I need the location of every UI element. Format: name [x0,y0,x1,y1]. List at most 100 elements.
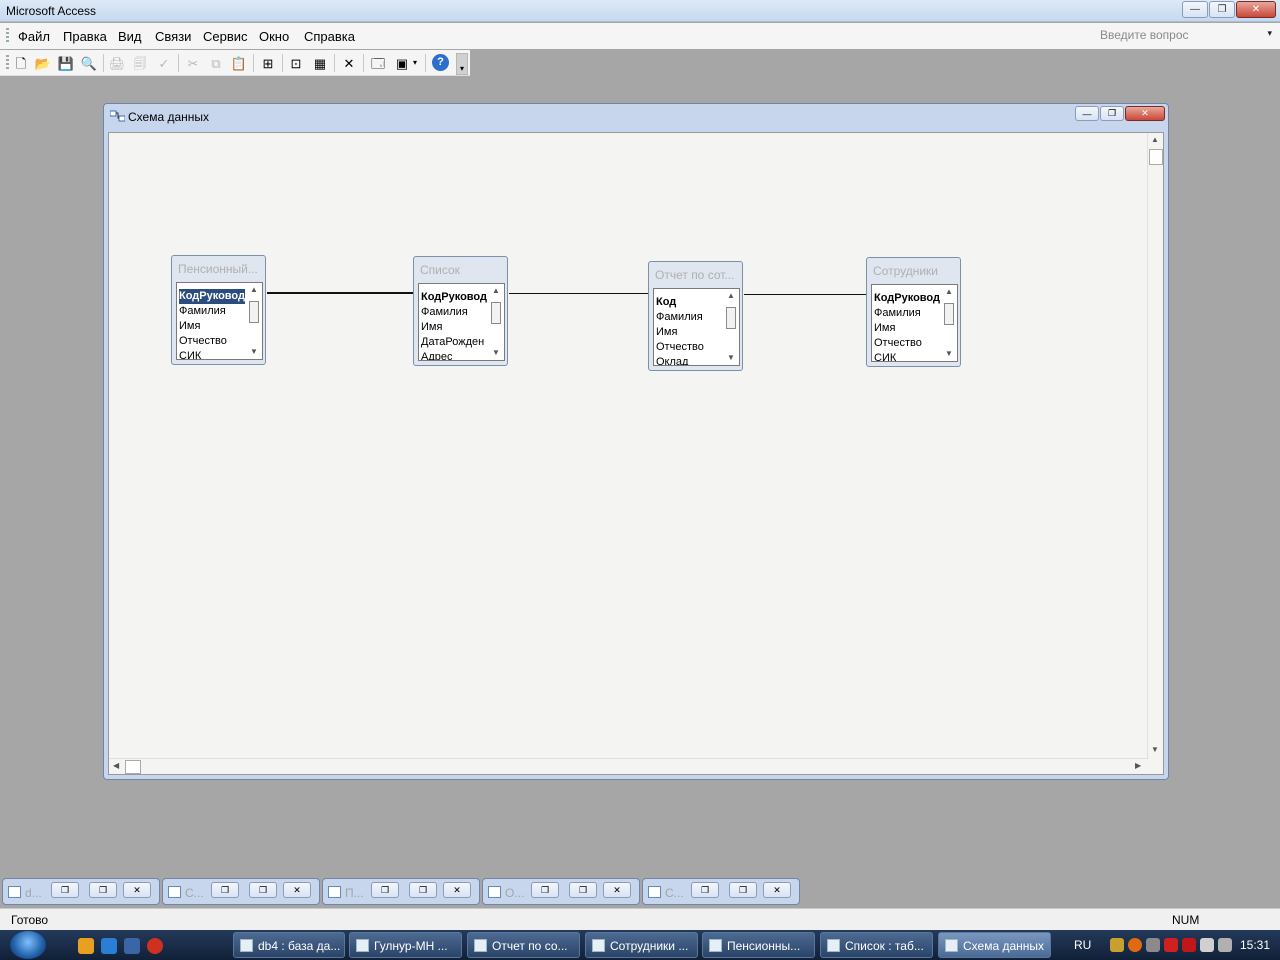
minimize-button[interactable]: — [1182,1,1208,18]
maximize-button[interactable]: ❐ [249,882,277,898]
taskbar-item[interactable]: Отчет по со... [467,932,580,958]
relationships-canvas[interactable]: Пенсионный... КодРуководи Фамилия Имя От… [108,132,1164,775]
field-item[interactable]: СИК [179,349,245,359]
taskbar-item[interactable]: Гулнур-МН ... [349,932,462,958]
scroll-up-icon[interactable]: ▲ [727,291,735,300]
clock[interactable]: 15:31 [1240,938,1270,952]
internet-explorer-icon[interactable] [101,938,117,954]
close-button[interactable]: ✕ [1236,1,1276,18]
language-indicator[interactable]: RU [1074,938,1091,952]
scroll-thumb[interactable] [249,301,259,323]
print-icon[interactable]: 🖨 [108,54,126,72]
table-card-report[interactable]: Отчет по сот... Код Фамилия Имя Отчество… [648,261,743,371]
vertical-scrollbar[interactable]: ▲ ▼ [1147,133,1163,759]
table-card-list[interactable]: Список КодРуководи Фамилия Имя ДатаРожде… [413,256,508,366]
taskbar-item[interactable]: Пенсионны... [702,932,815,958]
media-icon[interactable] [147,938,163,954]
new-object-dropdown-icon[interactable]: ▾ [410,54,420,72]
table-title[interactable]: Отчет по сот... [655,268,739,282]
field-item[interactable]: Имя [179,319,245,334]
field-item[interactable]: КодРуководи [421,290,487,305]
minimized-window[interactable]: О... ❐ ❐ ✕ [482,878,640,905]
field-list-scrollbar[interactable]: ▲ ▼ [941,285,957,361]
menu-tools[interactable]: Сервис [203,29,248,44]
scroll-thumb[interactable] [491,302,501,324]
maximize-button[interactable]: ❐ [89,882,117,898]
tray-icon[interactable] [1146,938,1160,952]
menu-help[interactable]: Справка [304,29,355,44]
cut-icon[interactable]: ✂ [184,54,202,72]
scroll-down-icon[interactable]: ▼ [250,347,258,356]
field-item[interactable]: Отчество [874,336,940,351]
field-item[interactable]: Отчество [179,334,245,349]
restore-button[interactable]: ❐ [691,882,719,898]
table-title[interactable]: Список [420,263,504,277]
tray-icon[interactable] [1164,938,1178,952]
close-button[interactable]: ✕ [443,882,471,898]
tray-icon[interactable] [1110,938,1124,952]
scroll-right-icon[interactable]: ▶ [1135,761,1141,770]
close-button[interactable]: ✕ [1125,106,1165,121]
show-desktop-icon[interactable] [124,938,140,954]
table-title[interactable]: Сотрудники [873,264,957,278]
maximize-button[interactable]: ❐ [729,882,757,898]
restore-button[interactable]: ❐ [51,882,79,898]
maximize-button[interactable]: ❐ [409,882,437,898]
field-list-scrollbar[interactable]: ▲ ▼ [723,289,739,365]
taskbar-item[interactable]: Сотрудники ... [585,932,698,958]
horizontal-scrollbar[interactable]: ◀ ▶ [109,758,1149,774]
preview-icon[interactable]: 🗐 [131,54,149,72]
menu-relations[interactable]: Связи [155,29,191,44]
table-card-employees[interactable]: Сотрудники КодРуководи Фамилия Имя Отчес… [866,257,961,367]
taskbar-item[interactable]: db4 : база да... [233,932,345,958]
field-item[interactable]: Код [656,295,722,310]
close-button[interactable]: ✕ [763,882,791,898]
close-button[interactable]: ✕ [123,882,151,898]
menu-edit[interactable]: Правка [63,29,107,44]
print-preview-icon[interactable]: 🔍 [80,54,98,72]
restore-button[interactable]: ❐ [1100,106,1124,121]
scroll-down-icon[interactable]: ▼ [945,349,953,358]
scroll-down-icon[interactable]: ▼ [727,353,735,362]
scroll-up-icon[interactable]: ▲ [945,287,953,296]
taskbar-item[interactable]: Список : таб... [820,932,933,958]
menu-file[interactable]: Файл [18,29,50,44]
quicklaunch-icon[interactable] [78,938,94,954]
ask-question-input[interactable]: Введите вопрос ▾ [1100,28,1276,46]
speaker-icon[interactable] [1182,938,1196,952]
menu-grip[interactable] [6,28,9,44]
toolbar-grip[interactable] [6,55,9,71]
field-item[interactable]: Имя [874,321,940,336]
direct-relations-icon[interactable]: ⊡ [287,54,305,72]
toolbar-options-icon[interactable]: ▾ [456,53,468,75]
scroll-thumb[interactable] [726,307,736,329]
scroll-up-icon[interactable]: ▲ [492,286,500,295]
delete-icon[interactable]: ✕ [340,54,358,72]
field-list-scrollbar[interactable]: ▲ ▼ [246,283,262,359]
start-button[interactable] [10,931,46,959]
field-item[interactable]: ДатаРожден [421,335,487,350]
scroll-down-icon[interactable]: ▼ [1151,745,1159,754]
scroll-up-icon[interactable]: ▲ [250,285,258,294]
paste-icon[interactable]: 📋 [230,54,248,72]
tray-icon[interactable] [1128,938,1142,952]
spell-icon[interactable]: ✓ [155,54,173,72]
field-item[interactable]: Фамилия [421,305,487,320]
network-icon[interactable] [1200,938,1214,952]
relation-line-3[interactable] [744,294,866,295]
database-window-icon[interactable]: 🗔 [369,54,387,72]
scroll-thumb[interactable] [944,303,954,325]
relation-line-1[interactable] [267,292,413,294]
field-item[interactable]: Имя [656,325,722,340]
field-item[interactable]: Адрес [421,350,487,360]
field-list-scrollbar[interactable]: ▲ ▼ [488,284,504,360]
taskbar-item-active[interactable]: Схема данных [938,932,1051,958]
all-relations-icon[interactable]: ▦ [311,54,329,72]
minimized-window[interactable]: С... ❐ ❐ ✕ [642,878,800,905]
restore-button[interactable]: ❐ [1209,1,1235,18]
open-icon[interactable]: 📂 [34,54,52,72]
field-item[interactable]: Имя [421,320,487,335]
new-object-icon[interactable]: ▣ [393,54,411,72]
restore-button[interactable]: ❐ [211,882,239,898]
close-button[interactable]: ✕ [283,882,311,898]
